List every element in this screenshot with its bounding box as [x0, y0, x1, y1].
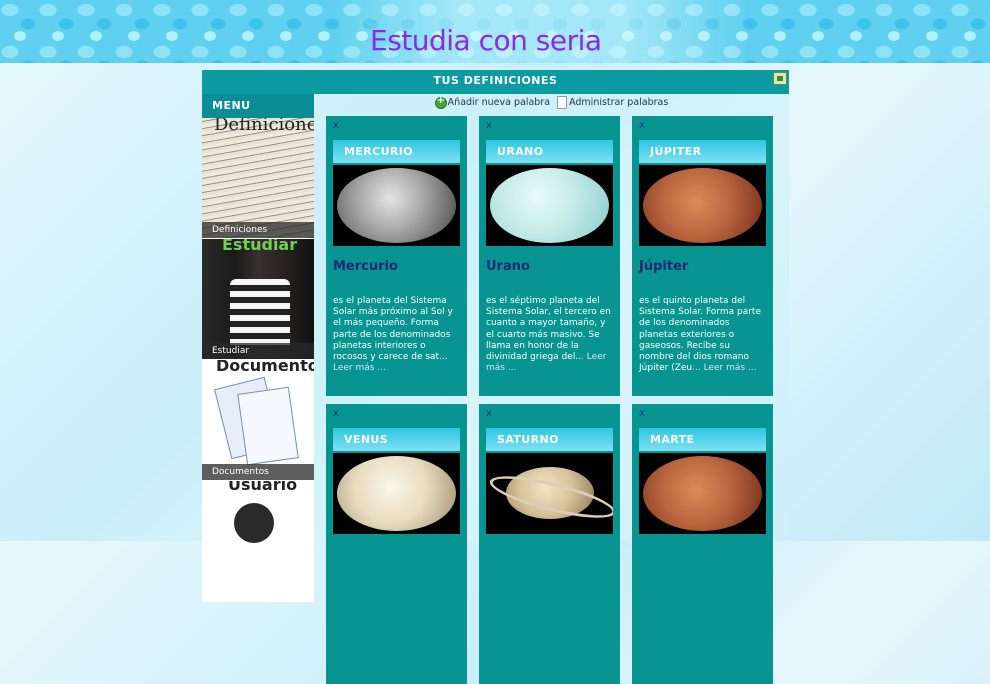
planet-image: [486, 453, 613, 534]
word-card: x JÚPITER Júpiter es el quinto planeta d…: [632, 116, 773, 396]
user-icon: [234, 503, 274, 543]
card-header: MERCURIO: [333, 140, 460, 163]
card-description: es el séptimo planeta del Sistema Solar,…: [486, 296, 614, 374]
word-card: x SATURNO: [479, 404, 620, 684]
sidebar-item-label: Estudiar: [202, 343, 314, 359]
sidebar-item-usuario[interactable]: Usuario: [202, 481, 314, 602]
document-icon[interactable]: [557, 96, 568, 109]
sidebar-menu: MENU Definiciones Definiciones Estudiar …: [202, 94, 314, 602]
panel-title: TUS DEFINICIONES: [433, 74, 558, 87]
planet-image: [486, 165, 613, 246]
manage-words-link[interactable]: Administrar palabras: [569, 97, 668, 108]
exit-icon[interactable]: [773, 72, 787, 85]
card-word: Urano: [486, 259, 530, 274]
card-header: URANO: [486, 140, 613, 163]
menu-image-text: Usuario: [228, 481, 298, 494]
card-header: SATURNO: [486, 428, 613, 451]
word-card: x MERCURIO Mercurio es el planeta del Si…: [326, 116, 467, 396]
sidebar-item-definiciones[interactable]: Definiciones Definiciones: [202, 118, 314, 239]
sidebar-item-documentos[interactable]: Documentos Documentos: [202, 360, 314, 481]
jupiter-planet-icon: [643, 168, 762, 243]
card-word: Júpiter: [639, 259, 689, 274]
word-card: x VENUS: [326, 404, 467, 684]
menu-image-text: Estudiar: [222, 239, 298, 254]
site-title: Estudia con seria: [370, 24, 602, 57]
delete-button[interactable]: x: [486, 408, 492, 419]
word-card: x MARTE: [632, 404, 773, 684]
card-header: MARTE: [639, 428, 766, 451]
menu-image-text: Documentos: [216, 360, 314, 375]
planet-image: [639, 453, 766, 534]
word-card: x URANO Urano es el séptimo planeta del …: [479, 116, 620, 396]
toolbar: Añadir nueva palabra Administrar palabra…: [314, 95, 789, 109]
delete-button[interactable]: x: [639, 408, 645, 419]
card-description: es el quinto planeta del Sistema Solar. …: [639, 296, 767, 374]
description-text: es el quinto planeta del Sistema Solar. …: [639, 296, 761, 374]
planet-image: [639, 165, 766, 246]
planet-image: [333, 453, 460, 534]
read-more-link[interactable]: Leer más ...: [704, 363, 757, 373]
delete-button[interactable]: x: [486, 120, 492, 131]
definitions-panel: TUS DEFINICIONES MENU Definiciones Defin…: [202, 70, 789, 684]
sidebar-item-label: Documentos: [202, 464, 314, 480]
menu-title: MENU: [202, 94, 314, 118]
planet-image: [333, 165, 460, 246]
read-more-link[interactable]: Leer más ...: [333, 363, 386, 373]
card-header: JÚPITER: [639, 140, 766, 163]
mars-planet-icon: [643, 456, 762, 531]
sidebar-item-estudiar[interactable]: Estudiar Estudiar: [202, 239, 314, 360]
delete-button[interactable]: x: [639, 120, 645, 131]
card-word: Mercurio: [333, 259, 398, 274]
delete-button[interactable]: x: [333, 408, 339, 419]
menu-image-text: Definiciones: [214, 118, 314, 135]
description-text: es el planeta del Sistema Solar más próx…: [333, 296, 453, 363]
add-word-link[interactable]: Añadir nueva palabra: [448, 97, 550, 108]
venus-planet-icon: [337, 456, 456, 531]
uranus-planet-icon: [490, 168, 609, 243]
panel-header: TUS DEFINICIONES: [202, 70, 789, 94]
main-content: Añadir nueva palabra Administrar palabra…: [314, 94, 789, 684]
card-description: es el planeta del Sistema Solar más próx…: [333, 296, 461, 374]
card-header: VENUS: [333, 428, 460, 451]
student-image: [230, 279, 290, 349]
sidebar-item-label: Definiciones: [202, 222, 314, 238]
mercury-planet-icon: [337, 168, 456, 243]
site-banner: Estudia con seria: [0, 0, 990, 63]
delete-button[interactable]: x: [333, 120, 339, 131]
document-icon: [237, 386, 299, 466]
add-icon[interactable]: [434, 95, 447, 109]
